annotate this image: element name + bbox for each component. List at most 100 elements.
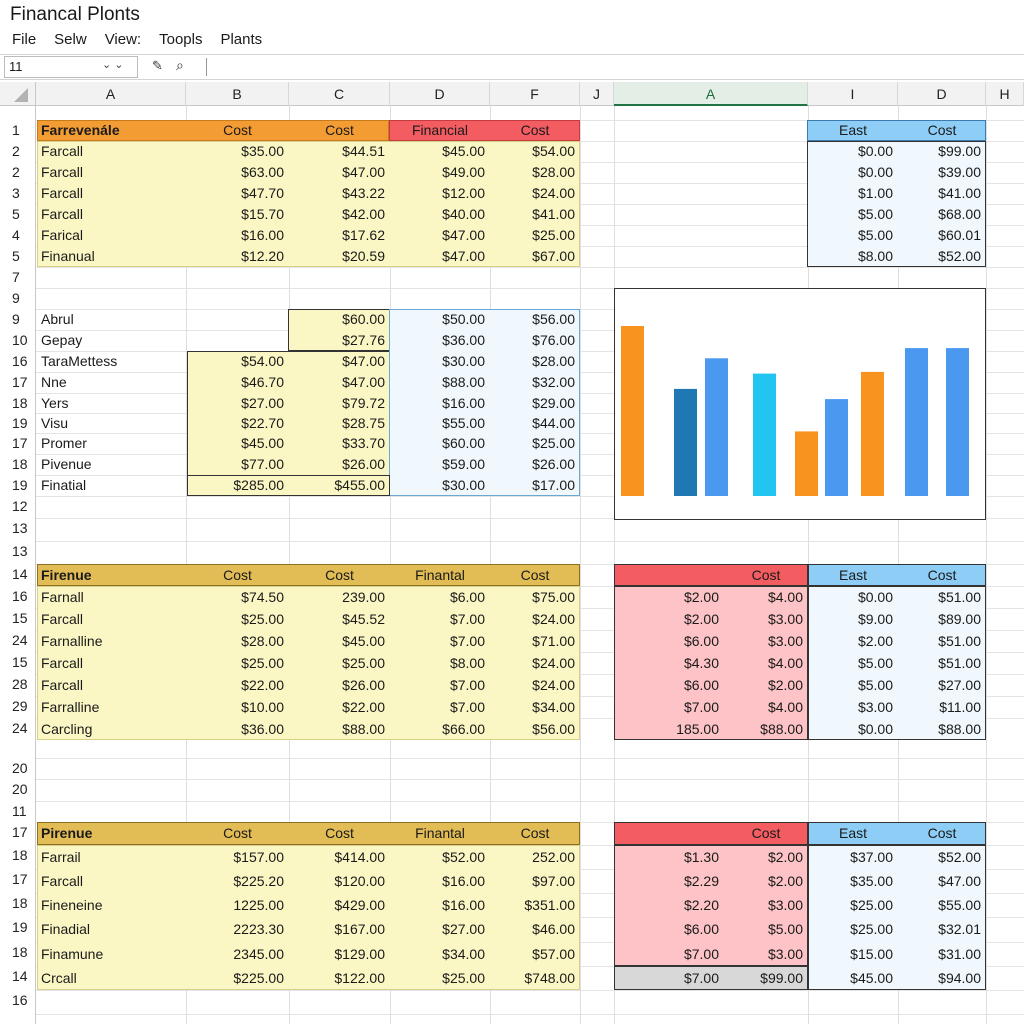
value-cell[interactable]: $36.00: [186, 719, 289, 740]
value-cell[interactable]: $56.00: [490, 719, 580, 740]
table6-header-cell[interactable]: Cost: [898, 823, 986, 844]
table6-header-cell[interactable]: [614, 823, 724, 844]
value-cell[interactable]: $97.00: [490, 871, 580, 892]
table4-header-cell[interactable]: Cost: [724, 565, 808, 586]
value-cell[interactable]: $34.00: [390, 944, 490, 965]
row-header[interactable]: 7: [0, 269, 36, 290]
row-label[interactable]: Yers: [36, 393, 186, 414]
row-header[interactable]: 1: [0, 122, 36, 143]
chart-bar[interactable]: [753, 373, 776, 496]
row-header[interactable]: 3: [0, 185, 36, 206]
menu-toopls[interactable]: Toopls: [159, 31, 202, 48]
column-header-3[interactable]: C: [289, 82, 390, 106]
value-cell[interactable]: 252.00: [490, 847, 580, 868]
table3-header-cell[interactable]: Cost: [490, 565, 580, 586]
row-header[interactable]: 17: [0, 824, 36, 847]
value-cell[interactable]: 2223.30: [186, 919, 289, 940]
value-cell[interactable]: $49.00: [390, 162, 490, 183]
row-label[interactable]: Farnalline: [36, 631, 186, 652]
value-cell[interactable]: $47.00: [390, 225, 490, 246]
value-cell[interactable]: $167.00: [289, 919, 390, 940]
value-cell[interactable]: $99.00: [724, 968, 808, 989]
row-header[interactable]: 28: [0, 676, 36, 698]
table1-header-cell[interactable]: Cost: [289, 120, 390, 141]
row-header[interactable]: 18: [0, 847, 36, 871]
value-cell[interactable]: $3.00: [724, 944, 808, 965]
row-header[interactable]: 20: [0, 781, 36, 803]
value-cell[interactable]: $6.00: [390, 587, 490, 608]
value-cell[interactable]: $37.00: [808, 847, 898, 868]
value-cell[interactable]: $88.00: [390, 372, 490, 393]
row-label[interactable]: Finamune: [36, 944, 186, 965]
table1-header-cell[interactable]: Cost: [186, 120, 289, 141]
row-label[interactable]: Abrul: [36, 309, 186, 330]
value-cell[interactable]: $59.00: [390, 454, 490, 475]
value-cell[interactable]: $0.00: [808, 141, 898, 162]
value-cell[interactable]: $27.00: [898, 675, 986, 696]
value-cell[interactable]: $5.00: [808, 653, 898, 674]
value-cell[interactable]: $60.00: [289, 309, 390, 330]
value-cell[interactable]: $27.76: [289, 330, 390, 351]
value-cell[interactable]: $89.00: [898, 609, 986, 630]
value-cell[interactable]: $63.00: [186, 162, 289, 183]
value-cell[interactable]: $47.00: [289, 162, 390, 183]
column-header-6[interactable]: J: [580, 82, 614, 106]
row-header[interactable]: 14: [0, 968, 36, 992]
value-cell[interactable]: $25.00: [289, 653, 390, 674]
row-header[interactable]: 10: [0, 332, 36, 353]
value-cell[interactable]: $122.00: [289, 968, 390, 989]
table4-header-cell[interactable]: [614, 565, 724, 586]
value-cell[interactable]: $5.00: [808, 675, 898, 696]
value-cell[interactable]: $66.00: [390, 719, 490, 740]
row-label[interactable]: Farcall: [36, 183, 186, 204]
value-cell[interactable]: $75.00: [490, 587, 580, 608]
value-cell[interactable]: $26.00: [289, 675, 390, 696]
column-header-1[interactable]: A: [36, 82, 186, 106]
row-label[interactable]: Farcall: [36, 653, 186, 674]
row-label[interactable]: Promer: [36, 433, 186, 454]
value-cell[interactable]: $29.00: [490, 393, 580, 414]
value-cell[interactable]: $32.01: [898, 919, 986, 940]
value-cell[interactable]: $6.00: [614, 631, 724, 652]
value-cell[interactable]: $26.00: [490, 454, 580, 475]
value-cell[interactable]: $77.00: [186, 454, 289, 475]
chart-bar[interactable]: [905, 348, 928, 496]
value-cell[interactable]: $129.00: [289, 944, 390, 965]
menu-view[interactable]: View:: [105, 31, 141, 48]
row-header[interactable]: 16: [0, 992, 36, 1016]
value-cell[interactable]: $7.00: [614, 697, 724, 718]
value-cell[interactable]: $11.00: [898, 697, 986, 718]
value-cell[interactable]: $2.20: [614, 895, 724, 916]
row-header[interactable]: 13: [0, 520, 36, 543]
row-header[interactable]: 5: [0, 206, 36, 227]
menu-file[interactable]: File: [12, 31, 36, 48]
chart-bar[interactable]: [705, 358, 728, 496]
value-cell[interactable]: $71.00: [490, 631, 580, 652]
value-cell[interactable]: $4.00: [724, 653, 808, 674]
bar-chart[interactable]: [614, 288, 986, 520]
row-header[interactable]: 17: [0, 871, 36, 895]
value-cell[interactable]: $12.00: [390, 183, 490, 204]
table5-header-cell[interactable]: Finantal: [390, 823, 490, 844]
row-header[interactable]: 18: [0, 895, 36, 919]
row-header[interactable]: 13: [0, 543, 36, 566]
value-cell[interactable]: $45.00: [808, 968, 898, 989]
table4-header-cell[interactable]: Cost: [898, 565, 986, 586]
chart-bar[interactable]: [861, 371, 884, 496]
value-cell[interactable]: $15.00: [808, 944, 898, 965]
value-cell[interactable]: $2.00: [808, 631, 898, 652]
value-cell[interactable]: $99.00: [898, 141, 986, 162]
value-cell[interactable]: $44.00: [490, 413, 580, 434]
value-cell[interactable]: $22.00: [186, 675, 289, 696]
value-cell[interactable]: $25.00: [808, 895, 898, 916]
value-cell[interactable]: $47.00: [289, 351, 390, 372]
row-header[interactable]: 14: [0, 566, 36, 588]
row-label[interactable]: Carcling: [36, 719, 186, 740]
value-cell[interactable]: $46.70: [186, 372, 289, 393]
value-cell[interactable]: $0.00: [808, 587, 898, 608]
row-header[interactable]: 15: [0, 654, 36, 676]
value-cell[interactable]: $455.00: [289, 475, 390, 496]
chart-bar[interactable]: [795, 431, 818, 496]
value-cell[interactable]: $225.20: [186, 871, 289, 892]
table3-header-cell[interactable]: Cost: [186, 565, 289, 586]
